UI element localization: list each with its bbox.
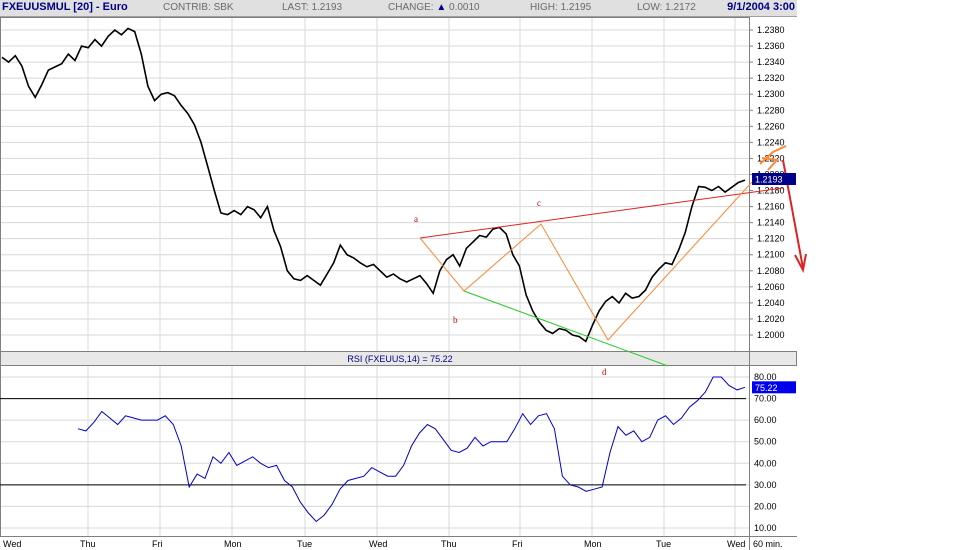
wave-path: [419, 181, 753, 341]
gridlines: [0, 17, 749, 536]
price-tick-label: 1.2240: [757, 137, 785, 147]
wave-label-d: d: [602, 367, 607, 377]
trendline-annotations: a b c d: [414, 145, 807, 377]
wave-label-b: b: [453, 315, 458, 325]
price-tick-label: 1.2040: [757, 298, 785, 308]
price-tick-label: 1.2020: [757, 314, 785, 324]
wave-label-a: a: [414, 214, 418, 224]
day-label: Fri: [152, 539, 163, 549]
price-tick-label: 1.2120: [757, 234, 785, 244]
price-tick-label: 1.2300: [757, 89, 785, 99]
time-axis: Wed Thu Fri Mon Tue Wed Thu Fri Mon Tue Wed 60 min.: [3, 539, 783, 549]
rsi-tick-label: 50.00: [754, 437, 777, 447]
price-rsi-chart: RSI (FXEUUS,14) = 75.22 1.2380 1.2360 1.23…: [0, 17, 807, 550]
day-label: Wed: [369, 539, 387, 549]
rsi-panel-frame: [0, 365, 750, 537]
timeframe-label: 60 min.: [753, 539, 783, 549]
rsi-tick-label: 20.00: [754, 501, 777, 511]
price-tick-label: 1.2320: [757, 73, 785, 83]
day-label: Fri: [512, 539, 523, 549]
rsi-tick-label: 30.00: [754, 480, 777, 490]
rsi-y-axis: 80.00 70.00 60.00 50.00 40.00 30.00 20.00 10.00: [754, 372, 777, 533]
rsi-title: RSI (FXEUUS,14) = 75.22: [347, 354, 452, 364]
rsi-tick-label: 80.00: [754, 372, 777, 382]
day-label: Thu: [441, 539, 457, 549]
rsi-value-badge-text: 75.22: [755, 383, 778, 393]
price-tick-label: 1.2080: [757, 266, 785, 276]
price-tick-label: 1.2060: [757, 282, 785, 292]
day-label: Thu: [80, 539, 96, 549]
rsi-tick-label: 60.00: [754, 415, 777, 425]
price-tick-label: 1.2160: [757, 202, 785, 212]
rsi-tick-label: 70.00: [754, 394, 777, 404]
price-tick-label: 1.2000: [757, 330, 785, 340]
price-tick-label: 1.2100: [757, 250, 785, 260]
day-label: Wed: [3, 539, 21, 549]
wave-label-c: c: [537, 198, 541, 208]
price-series: [1, 27, 746, 343]
price-tick-label: 1.2260: [757, 121, 785, 131]
price-tick-label: 1.2140: [757, 218, 785, 228]
price-tick-label: 1.2380: [757, 25, 785, 35]
price-tick-label: 1.2280: [757, 105, 785, 115]
rsi-tick-label: 10.00: [754, 523, 777, 533]
price-panel-frame: [0, 17, 750, 352]
day-label: Tue: [656, 539, 671, 549]
price-tick-label: 1.2340: [757, 57, 785, 67]
last-price-badge-text: 1.2193: [755, 175, 783, 185]
price-tick-label: 1.2360: [757, 41, 785, 51]
day-label: Mon: [224, 539, 242, 549]
rsi-tick-label: 40.00: [754, 458, 777, 468]
day-label: Wed: [727, 539, 745, 549]
day-label: Mon: [584, 539, 602, 549]
upper-trendline: [419, 187, 784, 239]
day-label: Tue: [297, 539, 312, 549]
